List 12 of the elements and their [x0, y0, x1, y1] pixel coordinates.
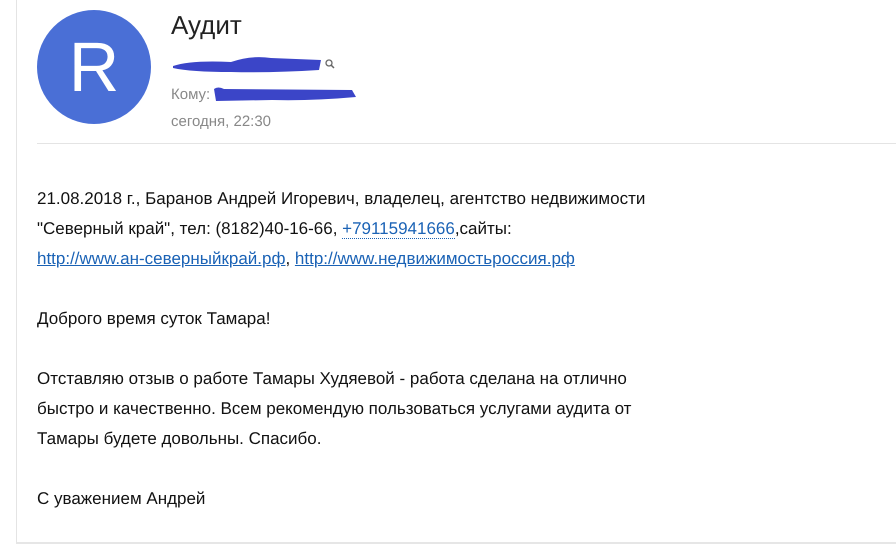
- search-icon[interactable]: [325, 59, 335, 69]
- avatar: R: [37, 10, 151, 124]
- email-date: сегодня, 22:30: [171, 113, 272, 130]
- paragraph: 21.08.2018 г., Баранов Андрей Игоревич, владелец, агентство недвижимости "Северный край", тел: (8182)40-16-66, +79115941666,сайты: http://www.ан-северныйкрай.рф, http://www.недвижимостьроссия.рф: [37, 188, 646, 270]
- recipient-label: Кому:: [171, 86, 210, 102]
- paragraph: Доброго время суток Тамара!: [37, 308, 272, 330]
- phone-link[interactable]: +79115941666: [342, 219, 455, 239]
- email-subject: Аудит: [171, 10, 243, 40]
- website-link[interactable]: http://www.недвижимостьроссия.рф: [294, 249, 575, 268]
- paragraph: С уважением Андрей: [37, 488, 206, 510]
- website-link[interactable]: http://www.ан-северныйкрай.рф: [37, 249, 286, 268]
- paragraph: Отставляю отзыв о работе Тамары Худяевой - работа сделана на отлично быстро и качественно. Всем рекомендую пользоваться услугами аудита от Тамары будете довольны. Спасибо.: [37, 368, 632, 450]
